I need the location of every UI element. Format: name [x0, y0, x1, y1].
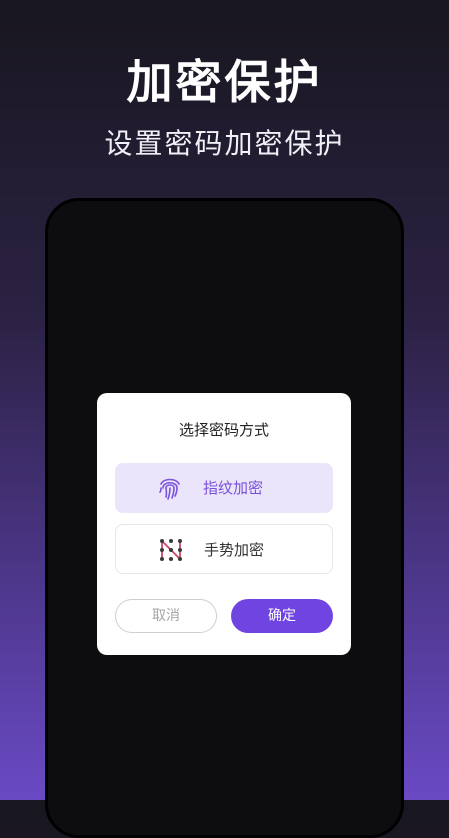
option-gesture[interactable]: 手势加密	[115, 524, 333, 574]
password-method-dialog: 选择密码方式 指纹加密 手势加密 取消 确定	[97, 393, 351, 655]
option-gesture-label: 手势加密	[204, 541, 265, 559]
cancel-button[interactable]: 取消	[115, 599, 217, 633]
option-fingerprint[interactable]: 指纹加密	[115, 463, 333, 513]
page-title: 加密保护	[126, 55, 323, 109]
dialog-title: 选择密码方式	[178, 421, 269, 439]
option-fingerprint-label: 指纹加密	[203, 479, 264, 497]
gesture-pattern-icon	[160, 539, 182, 561]
fingerprint-icon	[159, 478, 180, 500]
confirm-button[interactable]: 确定	[231, 599, 333, 633]
page-subtitle: 设置密码加密保护	[104, 127, 345, 160]
